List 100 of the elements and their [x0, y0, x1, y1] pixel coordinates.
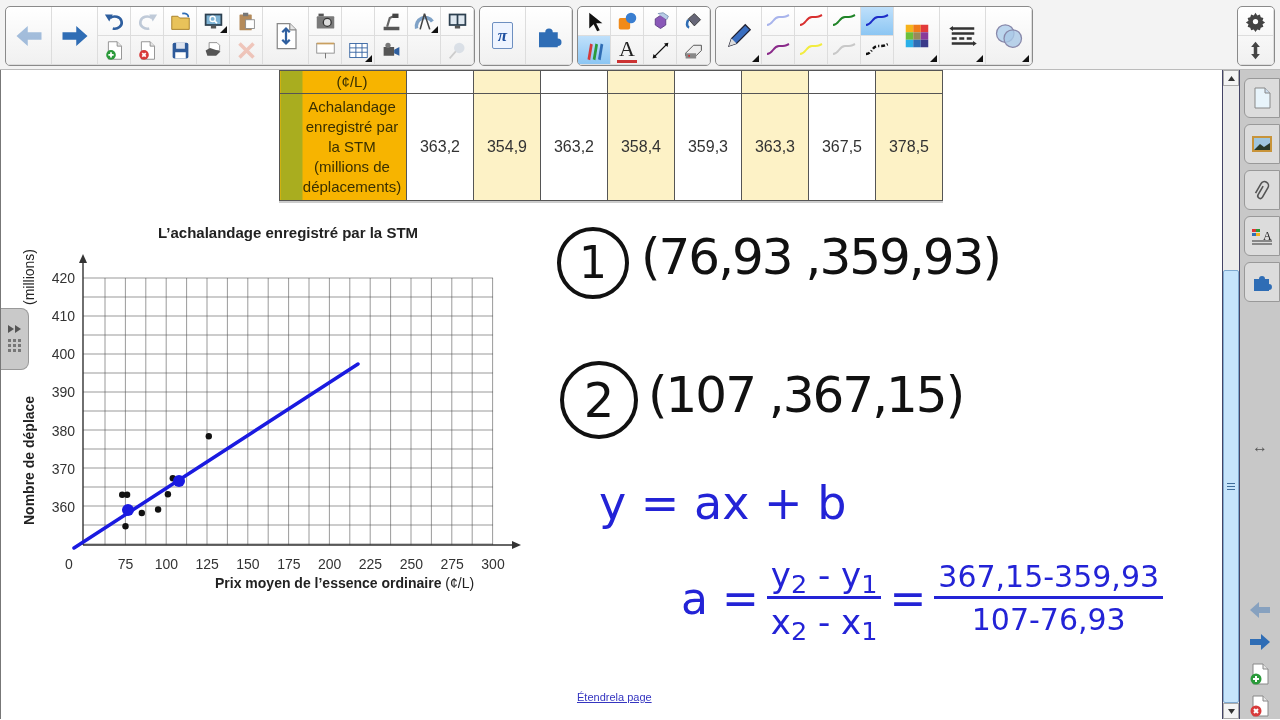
fraction-denominator: x$_{2}$ - x$_{1}$: [769, 601, 879, 639]
handwritten-coordinates: (76,93 ,359,93): [641, 232, 1000, 282]
fraction-numerator: 367,15-359,93: [934, 562, 1164, 599]
fraction-denominator: 107-76,93: [970, 601, 1127, 635]
tick-label: 380: [51, 422, 75, 439]
table-cell: [540, 70, 608, 94]
arrow-right-button[interactable]: [52, 7, 98, 65]
line-style-button[interactable]: [940, 7, 986, 65]
handwritten-text: =: [889, 576, 927, 621]
eraser-button[interactable]: [677, 36, 710, 65]
add-page-button[interactable]: [98, 36, 131, 65]
document-camera-button[interactable]: [375, 7, 408, 36]
table-button[interactable]: [342, 36, 375, 65]
tick-label: 370: [51, 460, 75, 477]
tick-label: 150: [236, 556, 260, 572]
handwritten-coordinates: (107 ,367,15): [648, 370, 964, 420]
page-tab[interactable]: [1244, 78, 1280, 118]
paperclip-tab[interactable]: [1244, 170, 1280, 210]
tick-label: 100: [154, 556, 178, 572]
fraction-numerator: y$_{2}$ - y$_{1}$: [766, 558, 882, 599]
pen-color-button[interactable]: [828, 36, 861, 65]
table-cell: 354,9: [473, 93, 541, 201]
stroke-icon: [831, 14, 857, 28]
resize-handle[interactable]: ↔: [1252, 439, 1268, 455]
folder-icon: [169, 10, 191, 32]
tick-label: 390: [51, 384, 75, 401]
shapes-button[interactable]: [611, 7, 644, 36]
table-cell: [741, 70, 809, 94]
add-page-icon: [103, 39, 125, 61]
circled-number: 1: [557, 227, 629, 299]
table-cell: [674, 70, 742, 94]
tick-label: 75: [117, 556, 134, 572]
pen-color-button[interactable]: [795, 36, 828, 65]
origin-label: 0: [65, 556, 73, 572]
stroke-icon: [798, 14, 824, 28]
handwritten-text: a =: [681, 576, 759, 621]
delete-page-icon: [1248, 694, 1272, 718]
side-panel-tab[interactable]: [1, 308, 29, 370]
pen-color-button[interactable]: [861, 7, 894, 36]
pen-style-button[interactable]: [861, 36, 894, 65]
data-point: [138, 509, 145, 517]
pen-color-button[interactable]: [762, 7, 795, 36]
delete-icon: [235, 39, 257, 61]
pen-color-button[interactable]: [795, 7, 828, 36]
floppy-disk-button[interactable]: [164, 36, 197, 65]
delete-page-icon: [136, 39, 158, 61]
table-cell: 363,2: [406, 93, 474, 201]
table-cell: [607, 70, 675, 94]
y-axis-label: Nombre de déplace: [21, 395, 37, 525]
toolbar-slot: [342, 7, 375, 36]
x-axis-label: Prix moyen de l’essence ordinaire (¢/L): [215, 574, 475, 593]
table-cell: [473, 70, 541, 94]
stroke-icon: [765, 43, 791, 57]
caret-down-icon: [1227, 708, 1235, 714]
tick-label: 200: [317, 556, 342, 572]
table-cell: [875, 70, 943, 94]
table-cell: [406, 70, 474, 94]
clipboard-button[interactable]: [230, 7, 263, 36]
page-resize-button[interactable]: [263, 7, 309, 65]
color-palette-button[interactable]: [894, 7, 940, 65]
compass-button[interactable]: [408, 7, 441, 36]
table-cell: 358,4: [607, 93, 675, 201]
monitor-magnifier-button[interactable]: [197, 7, 230, 36]
table-cell: 363,2: [540, 93, 608, 201]
tick-label: 175: [277, 556, 301, 572]
settings-icon: [1245, 10, 1266, 32]
picture-tab[interactable]: [1244, 124, 1280, 164]
hexagon-button[interactable]: [644, 7, 677, 36]
dashed-stroke-icon: [864, 43, 890, 57]
scroll-up-button[interactable]: [1223, 70, 1239, 86]
pens-button[interactable]: [578, 36, 611, 65]
line-button[interactable]: [644, 36, 677, 65]
undo-button[interactable]: [98, 7, 131, 36]
row-header: (¢/L): [279, 70, 407, 94]
handdrawn-dot: [173, 475, 185, 487]
table-cell: 367,5: [808, 93, 876, 201]
data-point: [205, 433, 212, 440]
table-cell: [808, 70, 876, 94]
properties-tab[interactable]: A: [1244, 216, 1280, 256]
scroll-thumb[interactable]: [1223, 270, 1239, 703]
table-cell: 359,3: [674, 93, 742, 201]
stroke-icon: [831, 43, 857, 57]
video-camera-button[interactable]: [375, 36, 408, 65]
tick-label: 300: [481, 556, 505, 572]
extend-page-link[interactable]: Étendrela page: [577, 689, 652, 706]
expand-icon: [7, 325, 22, 333]
puzzle-tab[interactable]: [1244, 262, 1280, 302]
pen-color-button[interactable]: [762, 36, 795, 65]
tick-label: 275: [440, 556, 464, 572]
tick-label: 360: [51, 498, 75, 515]
text-tool-button[interactable]: A: [611, 36, 644, 65]
delete-page-button[interactable]: [131, 36, 164, 65]
table-cell: 363,3: [741, 93, 809, 201]
scroll-down-button[interactable]: [1223, 703, 1239, 719]
data-point: [122, 523, 129, 530]
tick-label: 225: [358, 556, 383, 572]
tick-label: 400: [51, 346, 75, 363]
circled-number: 2: [560, 361, 638, 439]
y-axis-label: (millions): [21, 249, 37, 305]
camera-button[interactable]: [309, 7, 342, 36]
